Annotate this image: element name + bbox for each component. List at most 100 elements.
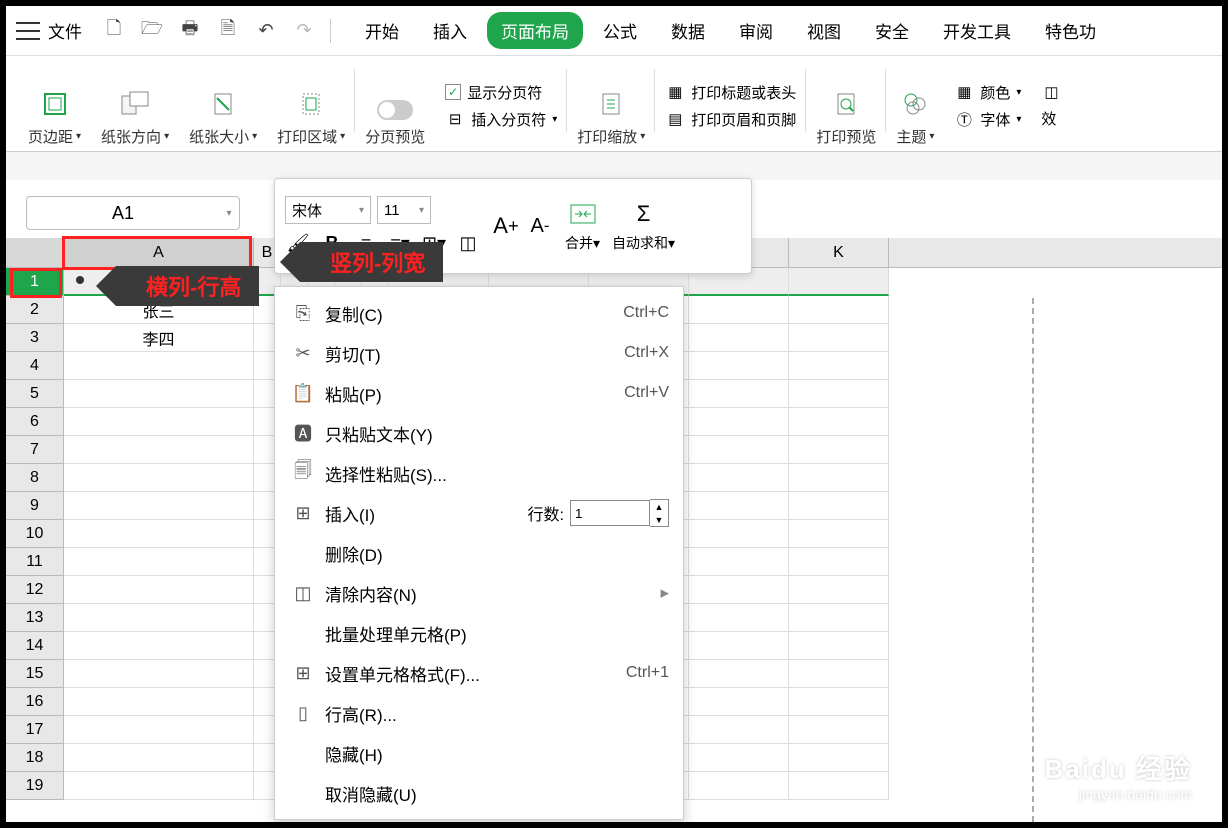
context-menu-item[interactable]: 🗐选择性粘贴(S)... [275,453,683,493]
context-menu-item[interactable]: ✂剪切(T)Ctrl+X [275,333,683,373]
tab-插入[interactable]: 插入 [419,12,481,49]
tab-数据[interactable]: 数据 [657,12,719,49]
cell[interactable] [689,296,789,324]
cell[interactable] [64,464,254,492]
redo-icon[interactable]: ↷ [292,19,316,43]
ribbon-print-area[interactable]: 打印区域▾ [267,64,355,147]
cell[interactable] [689,772,789,800]
ribbon-print-scale[interactable]: 打印缩放▾ [567,64,655,147]
cell[interactable] [789,408,889,436]
row-header[interactable]: 16 [6,688,64,716]
cell[interactable] [64,688,254,716]
ribbon-insert-break[interactable]: ⊟插入分页符▾ [445,109,557,130]
context-menu-item[interactable]: ▯行高(R)... [275,693,683,733]
cell[interactable] [64,604,254,632]
cell[interactable] [64,492,254,520]
cell[interactable] [64,436,254,464]
tab-页面布局[interactable]: 页面布局 [487,12,583,49]
select-all-corner[interactable] [6,238,64,267]
context-menu-item[interactable]: 删除(D) [275,533,683,573]
row-header[interactable]: 10 [6,520,64,548]
print-icon[interactable]: 🗎 [216,19,240,43]
cell[interactable] [689,576,789,604]
ribbon-effects-top[interactable]: ◫ [1041,82,1061,102]
spin-input[interactable] [570,500,650,526]
cell[interactable] [789,548,889,576]
cell[interactable] [789,632,889,660]
tab-审阅[interactable]: 审阅 [725,12,787,49]
context-menu-item[interactable]: ⊞插入(I)行数:▲▼ [275,493,683,533]
tab-特色功[interactable]: 特色功 [1031,12,1110,49]
cell[interactable] [789,688,889,716]
row-header[interactable]: 3 [6,324,64,352]
cell[interactable] [789,520,889,548]
cell[interactable] [789,744,889,772]
context-menu-item[interactable]: ⊞设置单元格格式(F)...Ctrl+1 [275,653,683,693]
row-header[interactable]: 15 [6,660,64,688]
cell[interactable] [689,352,789,380]
cell[interactable] [689,380,789,408]
cell[interactable] [689,408,789,436]
cell[interactable] [789,268,889,296]
toggle-switch[interactable] [377,100,413,120]
ribbon-print-titles[interactable]: ▦打印标题或表头 [665,82,796,103]
context-menu-item[interactable]: ◫清除内容(N)▸ [275,573,683,613]
cell[interactable] [789,380,889,408]
cell[interactable] [689,520,789,548]
tab-视图[interactable]: 视图 [793,12,855,49]
row-header[interactable]: 4 [6,352,64,380]
new-icon[interactable]: 🗋 [102,19,126,43]
cell[interactable] [689,744,789,772]
cell[interactable] [789,772,889,800]
row-header[interactable]: 12 [6,576,64,604]
cell[interactable] [64,660,254,688]
context-menu-item[interactable]: 隐藏(H) [275,733,683,773]
cell[interactable] [64,772,254,800]
fill-color-button[interactable]: ◫ [455,230,481,256]
increase-font-icon[interactable]: A+ [493,213,519,239]
ribbon-orientation[interactable]: 纸张方向▾ [91,64,179,147]
cell[interactable] [689,548,789,576]
cell[interactable] [689,436,789,464]
row-header[interactable]: 2 [6,296,64,324]
hamburger-icon[interactable] [16,22,40,40]
cell[interactable] [689,464,789,492]
cell[interactable] [64,744,254,772]
row-header[interactable]: 9 [6,492,64,520]
merge-button[interactable]: 合并▾ [565,199,600,253]
cell[interactable] [689,324,789,352]
row-header[interactable]: 6 [6,408,64,436]
cell[interactable] [64,716,254,744]
cell[interactable] [64,380,254,408]
row-header[interactable]: 13 [6,604,64,632]
tab-安全[interactable]: 安全 [861,12,923,49]
context-menu-item[interactable]: 🅰只粘贴文本(Y) [275,413,683,453]
ribbon-header-footer[interactable]: ▤打印页眉和页脚 [665,109,796,130]
cell[interactable] [789,324,889,352]
tab-开始[interactable]: 开始 [351,12,413,49]
ribbon-print-preview[interactable]: 打印预览 [806,64,886,147]
decrease-font-icon[interactable]: A- [527,213,553,239]
font-size-select[interactable]: 11▾ [377,196,431,224]
name-box[interactable]: A1 ▾ [26,196,240,230]
cell[interactable] [789,716,889,744]
row-header[interactable]: 19 [6,772,64,800]
ribbon-fonts[interactable]: Ⓣ字体▾ [954,109,1021,130]
ribbon-margins[interactable]: 页边距▾ [18,64,91,147]
tab-开发工具[interactable]: 开发工具 [929,12,1025,49]
row-header[interactable]: 18 [6,744,64,772]
column-header[interactable]: K [789,238,889,267]
open-icon[interactable]: 🗁 [140,19,164,43]
cell[interactable] [789,492,889,520]
cell[interactable] [689,688,789,716]
cell[interactable] [689,660,789,688]
tab-公式[interactable]: 公式 [589,12,651,49]
save-icon[interactable]: 🖶 [178,19,202,43]
cell[interactable] [789,660,889,688]
context-menu-item[interactable]: 批量处理单元格(P) [275,613,683,653]
cell[interactable] [64,632,254,660]
row-header[interactable]: 11 [6,548,64,576]
context-menu-item[interactable]: ⎘复制(C)Ctrl+C [275,293,683,333]
row-header[interactable]: 17 [6,716,64,744]
cell[interactable] [789,604,889,632]
